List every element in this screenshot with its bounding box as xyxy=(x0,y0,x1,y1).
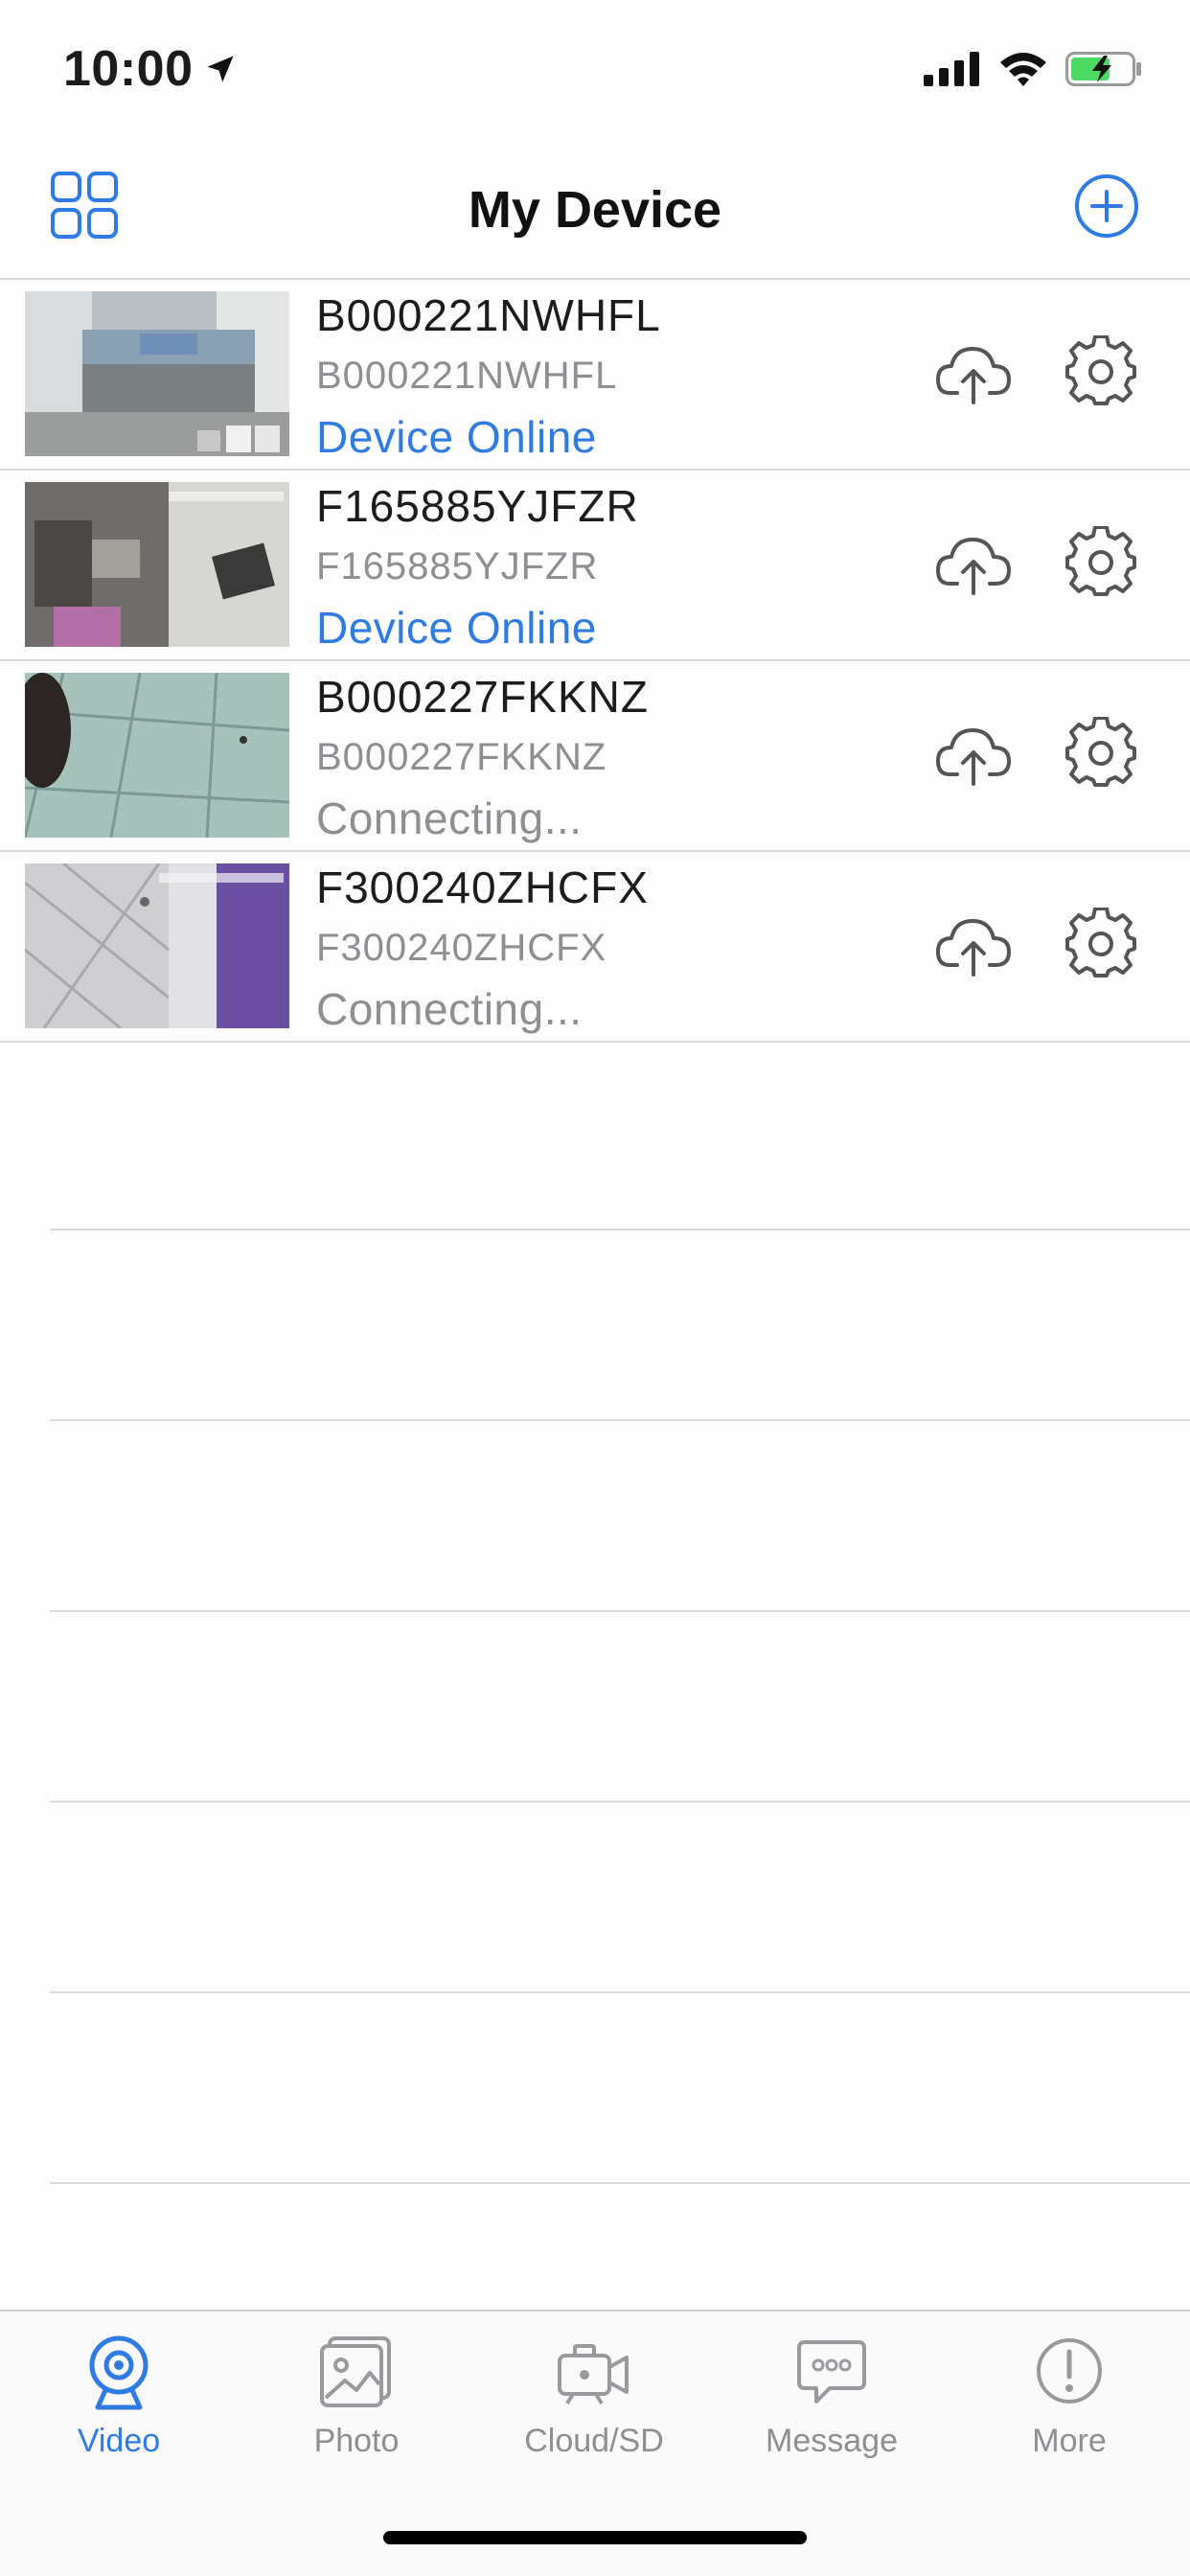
cloud-upload-button[interactable] xyxy=(934,339,1013,408)
device-settings-button[interactable] xyxy=(1065,334,1136,406)
cloud-upload-icon xyxy=(936,538,1011,595)
list-separator xyxy=(50,1610,1190,1612)
tab-label: Message xyxy=(766,2423,898,2459)
home-indicator[interactable] xyxy=(383,2531,807,2544)
navigation-bar: My Device xyxy=(0,144,1190,280)
battery-charging-icon xyxy=(1065,52,1141,86)
tab-label: More xyxy=(1032,2423,1107,2459)
device-name: B000221NWHFL xyxy=(316,290,661,340)
device-id: F165885YJFZR xyxy=(316,545,599,587)
device-row[interactable]: F300240ZHCFX F300240ZHCFX Connecting... xyxy=(0,852,1190,1043)
cellular-signal-icon xyxy=(924,52,979,86)
device-list: B000221NWHFL B000221NWHFL Device Online xyxy=(0,280,1190,1043)
device-row[interactable]: B000221NWHFL B000221NWHFL Device Online xyxy=(0,280,1190,471)
device-status: Connecting... xyxy=(316,984,583,1034)
device-name: F165885YJFZR xyxy=(316,481,639,531)
device-settings-button[interactable] xyxy=(1065,907,1136,978)
tab-more[interactable]: More xyxy=(950,2333,1188,2460)
list-separator xyxy=(50,1991,1190,1993)
gear-icon xyxy=(1065,525,1136,596)
page-title: My Device xyxy=(468,181,722,239)
cloud-upload-icon xyxy=(936,728,1011,786)
message-bubble-icon xyxy=(791,2333,872,2413)
add-circle-icon xyxy=(1075,174,1138,238)
tab-photo[interactable]: Photo xyxy=(238,2333,475,2460)
tab-label: Cloud/SD xyxy=(524,2423,664,2459)
wifi-icon xyxy=(1000,53,1046,86)
status-bar: 10:00 xyxy=(0,0,1190,144)
cloud-upload-button[interactable] xyxy=(934,911,1013,980)
device-id: B000221NWHFL xyxy=(316,355,618,397)
video-camera-icon xyxy=(554,2333,634,2413)
device-id: F300240ZHCFX xyxy=(316,927,607,969)
device-thumbnail[interactable] xyxy=(25,291,289,456)
device-settings-button[interactable] xyxy=(1065,716,1136,788)
device-status: Connecting... xyxy=(316,794,583,843)
device-name: B000227FKKNZ xyxy=(316,672,649,722)
tab-label: Photo xyxy=(313,2423,400,2459)
status-icons xyxy=(924,50,1144,88)
status-time-text: 10:00 xyxy=(63,41,194,97)
gear-icon xyxy=(1065,716,1136,787)
cloud-upload-button[interactable] xyxy=(934,530,1013,599)
gear-icon xyxy=(1065,907,1136,978)
device-thumbnail[interactable] xyxy=(25,863,289,1028)
device-row[interactable]: B000227FKKNZ B000227FKKNZ Connecting... xyxy=(0,661,1190,852)
device-row[interactable]: F165885YJFZR F165885YJFZR Device Online xyxy=(0,471,1190,661)
list-separator xyxy=(50,1229,1190,1230)
device-id: B000227FKKNZ xyxy=(316,736,607,778)
device-thumbnail[interactable] xyxy=(25,673,289,838)
gear-icon xyxy=(1065,334,1136,405)
photo-icon xyxy=(316,2333,397,2413)
webcam-icon xyxy=(79,2333,159,2413)
location-arrow-icon xyxy=(207,56,233,82)
add-device-button[interactable] xyxy=(1073,172,1140,240)
list-separator xyxy=(50,1419,1190,1421)
tab-message[interactable]: Message xyxy=(713,2333,950,2460)
device-status: Device Online xyxy=(316,412,597,462)
tab-label: Video xyxy=(77,2423,161,2459)
device-settings-button[interactable] xyxy=(1065,525,1136,597)
exclamation-circle-icon xyxy=(1029,2333,1110,2413)
tab-video[interactable]: Video xyxy=(0,2333,238,2460)
cloud-upload-icon xyxy=(936,347,1011,404)
cloud-upload-icon xyxy=(936,919,1011,977)
device-thumbnail[interactable] xyxy=(25,482,289,647)
device-status: Device Online xyxy=(316,603,597,653)
status-time: 10:00 xyxy=(63,40,238,98)
list-separator xyxy=(50,1801,1190,1803)
cloud-upload-button[interactable] xyxy=(934,721,1013,790)
device-name: F300240ZHCFX xyxy=(316,862,649,912)
list-separator xyxy=(50,2182,1190,2184)
tab-cloud-sd[interactable]: Cloud/SD xyxy=(475,2333,713,2460)
